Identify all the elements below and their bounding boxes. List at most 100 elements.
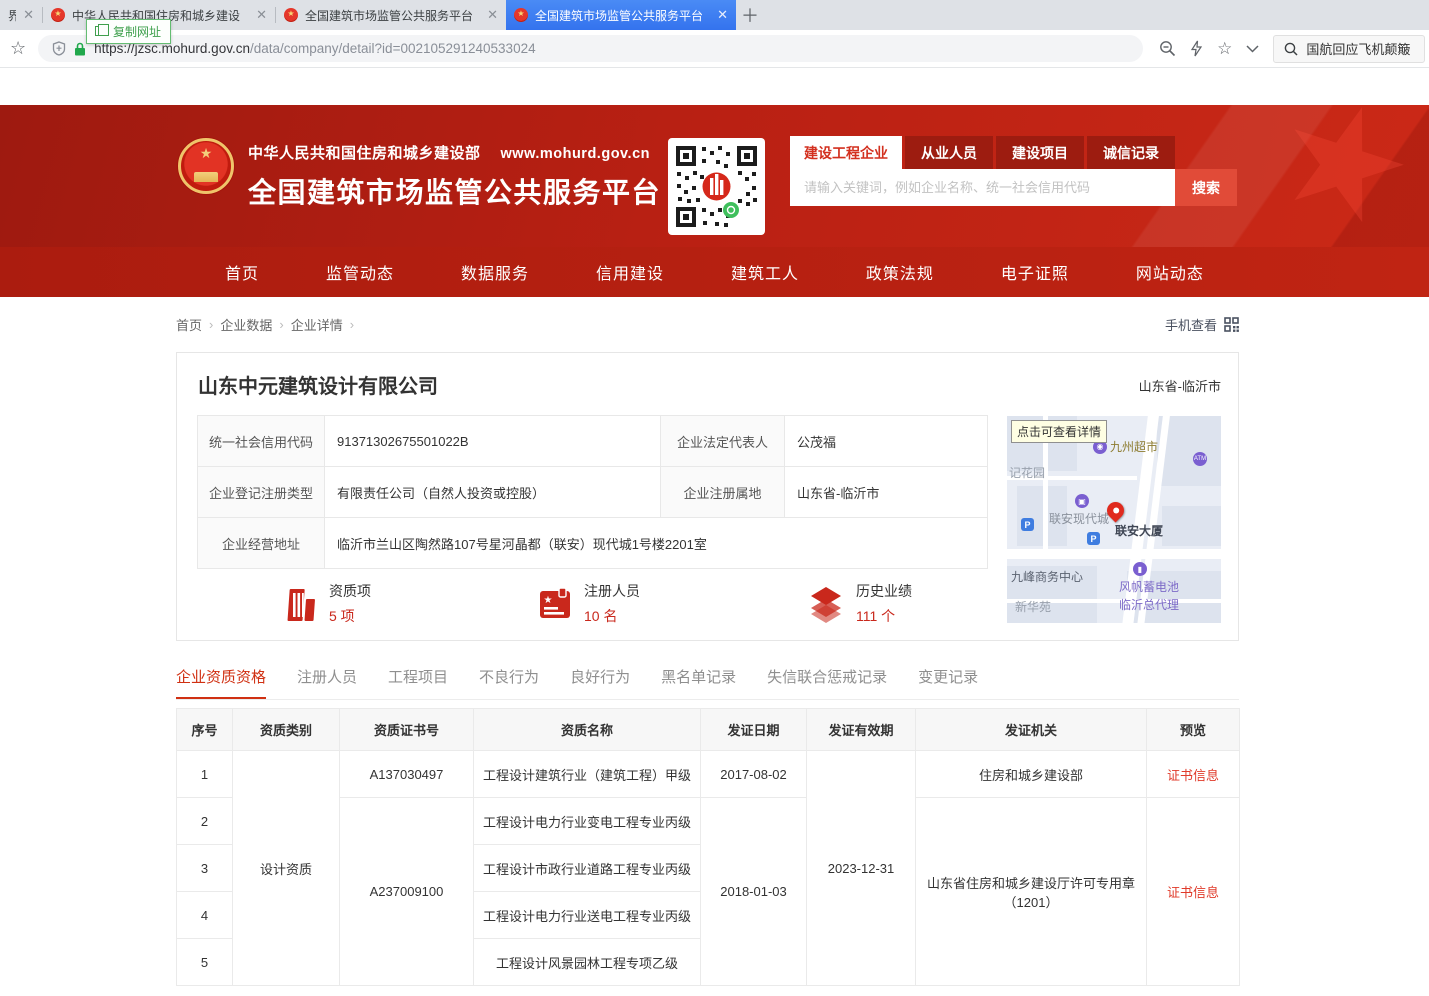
browser-tab-2[interactable]: 全国建筑市场监管公共服务平台 ✕ xyxy=(276,0,506,30)
search-tab-project[interactable]: 建设项目 xyxy=(996,136,1084,169)
qr-code-image xyxy=(672,142,761,231)
parking-icon: P xyxy=(1087,532,1100,545)
hot-search-text: 国航回应飞机颠簸 xyxy=(1306,39,1410,58)
tab-qualifications[interactable]: 企业资质资格 xyxy=(176,666,266,699)
company-name: 山东中元建筑设计有限公司 xyxy=(198,370,438,399)
qr-mini-icon xyxy=(1224,317,1239,332)
cert-no-cell: A137030497 xyxy=(340,751,474,798)
lock-icon xyxy=(74,42,86,56)
tab-bad-behavior[interactable]: 不良行为 xyxy=(479,666,539,699)
tab-dishonesty[interactable]: 失信联合惩戒记录 xyxy=(767,666,887,699)
issue-date-cell: 2017-08-02 xyxy=(701,751,807,798)
tab-close-icon[interactable]: ✕ xyxy=(23,7,34,23)
validity-cell: 2023-12-31 xyxy=(807,751,916,986)
stat-history-performance[interactable]: 历史业绩111 个 xyxy=(807,581,912,626)
emblem-favicon-icon xyxy=(51,8,65,22)
poi-battery: 风帆蓄电池临沂总代理 xyxy=(1119,578,1179,613)
search-tab-personnel[interactable]: 从业人员 xyxy=(905,136,993,169)
nav-item-policy[interactable]: 政策法规 xyxy=(866,260,934,284)
zoom-out-icon[interactable] xyxy=(1159,40,1176,57)
poi-lianan-tower: 联安大厦 xyxy=(1115,522,1163,539)
breadcrumb-home[interactable]: 首页 xyxy=(176,315,202,334)
search-category-tabs: 建设工程企业 从业人员 建设项目 诚信记录 xyxy=(790,136,1237,169)
chevron-right-icon: › xyxy=(350,317,354,332)
chevron-down-icon[interactable] xyxy=(1246,45,1259,53)
tab-close-icon[interactable]: ✕ xyxy=(487,7,498,23)
hot-search-box[interactable]: 国航回应飞机颠簸 xyxy=(1273,35,1425,63)
address-bar[interactable]: https://jzsc.mohurd.gov.cn/data/company/… xyxy=(38,35,1143,62)
nav-item-site-news[interactable]: 网站动态 xyxy=(1136,260,1204,284)
qual-name-cell: 工程设计风景园林工程专项乙级 xyxy=(474,939,701,986)
table-header-row: 序号 资质类别 资质证书号 资质名称 发证日期 发证有效期 发证机关 预览 xyxy=(177,709,1240,751)
seq-cell: 1 xyxy=(177,751,233,798)
company-info-table: 统一社会信用代码 91371302675501022B 企业法定代表人 公茂福 … xyxy=(197,415,988,569)
seq-cell: 2 xyxy=(177,798,233,845)
certificate-info-link[interactable]: 证书信息 xyxy=(1167,768,1219,783)
keyword-search-input[interactable] xyxy=(790,169,1175,206)
search-button[interactable]: 搜索 xyxy=(1175,169,1237,206)
lightning-icon[interactable] xyxy=(1190,40,1203,57)
nav-item-workers[interactable]: 建筑工人 xyxy=(731,260,799,284)
new-tab-button[interactable]: ＋ xyxy=(736,0,764,30)
national-emblem-icon xyxy=(178,138,234,194)
site-logo[interactable]: 中华人民共和国住房和城乡建设部www.mohurd.gov.cn 全国建筑市场监… xyxy=(178,138,661,211)
tab-close-icon[interactable]: ✕ xyxy=(256,7,267,23)
seq-cell: 3 xyxy=(177,845,233,892)
nav-item-credit[interactable]: 信用建设 xyxy=(596,260,664,284)
tab-change-records[interactable]: 变更记录 xyxy=(918,666,978,699)
browser-tab-active[interactable]: 全国建筑市场监管公共服务平台 ✕ xyxy=(506,0,736,30)
location-map[interactable]: 点击可查看详情 ◉九州超市 ATM 记花园 ▣ 联安现代城 联安大厦 P P 九… xyxy=(1007,416,1221,623)
emblem-favicon-icon xyxy=(284,8,298,22)
qual-name-cell: 工程设计建筑行业（建筑工程）甲级 xyxy=(474,751,701,798)
browser-tab-0[interactable]: 界 ✕ xyxy=(0,0,42,30)
browser-window: 界 ✕ 中华人民共和国住房和城乡建设 ✕ 全国建筑市场监管公共服务平台 ✕ 全国… xyxy=(0,0,1429,996)
address-value: 临沂市兰山区陶然路107号星河晶都（联安）现代城1号楼2201室 xyxy=(325,518,988,569)
search-tab-credit[interactable]: 诚信记录 xyxy=(1087,136,1175,169)
certificate-info-link[interactable]: 证书信息 xyxy=(1167,885,1219,900)
stat-registered-personnel[interactable]: ★ 注册人员10 名 xyxy=(537,581,640,626)
copy-icon xyxy=(95,26,104,36)
seq-cell: 5 xyxy=(177,939,233,986)
issue-date-cell: 2018-01-03 xyxy=(701,798,807,986)
favorites-star-icon[interactable]: ☆ xyxy=(10,38,26,59)
legal-rep-value: 公茂福 xyxy=(785,416,988,467)
reg-type-value: 有限责任公司（自然人投资或控股） xyxy=(325,467,661,518)
nav-item-home[interactable]: 首页 xyxy=(225,260,259,284)
breadcrumb: 首页 › 企业数据 › 企业详情 › 手机查看 xyxy=(176,315,1239,334)
nav-item-data-service[interactable]: 数据服务 xyxy=(461,260,529,284)
browser-tab-strip: 界 ✕ 中华人民共和国住房和城乡建设 ✕ 全国建筑市场监管公共服务平台 ✕ 全国… xyxy=(0,0,1429,30)
nav-item-supervision[interactable]: 监管动态 xyxy=(326,260,394,284)
breadcrumb-company-detail[interactable]: 企业详情 xyxy=(291,315,343,334)
layers-icon xyxy=(807,585,845,623)
credit-code-label: 统一社会信用代码 xyxy=(198,416,325,467)
search-tab-enterprise[interactable]: 建设工程企业 xyxy=(790,136,902,169)
poi-atm: ATM xyxy=(1193,452,1207,466)
copy-url-tooltip[interactable]: 复制网址 xyxy=(86,19,171,44)
platform-title: 全国建筑市场监管公共服务平台 xyxy=(248,171,661,211)
company-stats: 资质项5 项 ★ 注册人员10 名 历史业绩111 个 xyxy=(177,581,1007,633)
atm-pin-icon: ATM xyxy=(1193,452,1207,466)
battery-pin-icon: ▮ xyxy=(1133,562,1147,576)
nav-item-license[interactable]: 电子证照 xyxy=(1001,260,1069,284)
toolbar-icon-group: ☆ xyxy=(1159,40,1259,57)
domicile-label: 企业注册属地 xyxy=(661,467,785,518)
shield-icon xyxy=(52,41,66,56)
tab-good-behavior[interactable]: 良好行为 xyxy=(570,666,630,699)
stat-qualifications[interactable]: 资质项5 项 xyxy=(282,581,371,626)
chevron-right-icon: › xyxy=(209,317,213,332)
poi-garden: 记花园 xyxy=(1009,464,1045,481)
qual-name-cell: 工程设计电力行业送电工程专业丙级 xyxy=(474,892,701,939)
tab-projects[interactable]: 工程项目 xyxy=(388,666,448,699)
masthead-search: 建设工程企业 从业人员 建设项目 诚信记录 搜索 xyxy=(790,136,1237,206)
tab-close-icon[interactable]: ✕ xyxy=(717,7,728,23)
tab-registered-personnel[interactable]: 注册人员 xyxy=(297,666,357,699)
breadcrumb-company-data[interactable]: 企业数据 xyxy=(220,315,272,334)
mobile-view-link[interactable]: 手机查看 xyxy=(1165,315,1239,334)
bookmark-star-icon[interactable]: ☆ xyxy=(1217,40,1232,57)
poi-lianan-city: ▣ 联安现代城 xyxy=(1049,494,1109,527)
building-pin-icon: ▣ xyxy=(1075,494,1089,508)
category-cell: 设计资质 xyxy=(233,751,340,986)
tab-blacklist[interactable]: 黑名单记录 xyxy=(661,666,736,699)
qualification-table: 序号 资质类别 资质证书号 资质名称 发证日期 发证有效期 发证机关 预览 1 … xyxy=(176,708,1240,986)
seq-cell: 4 xyxy=(177,892,233,939)
